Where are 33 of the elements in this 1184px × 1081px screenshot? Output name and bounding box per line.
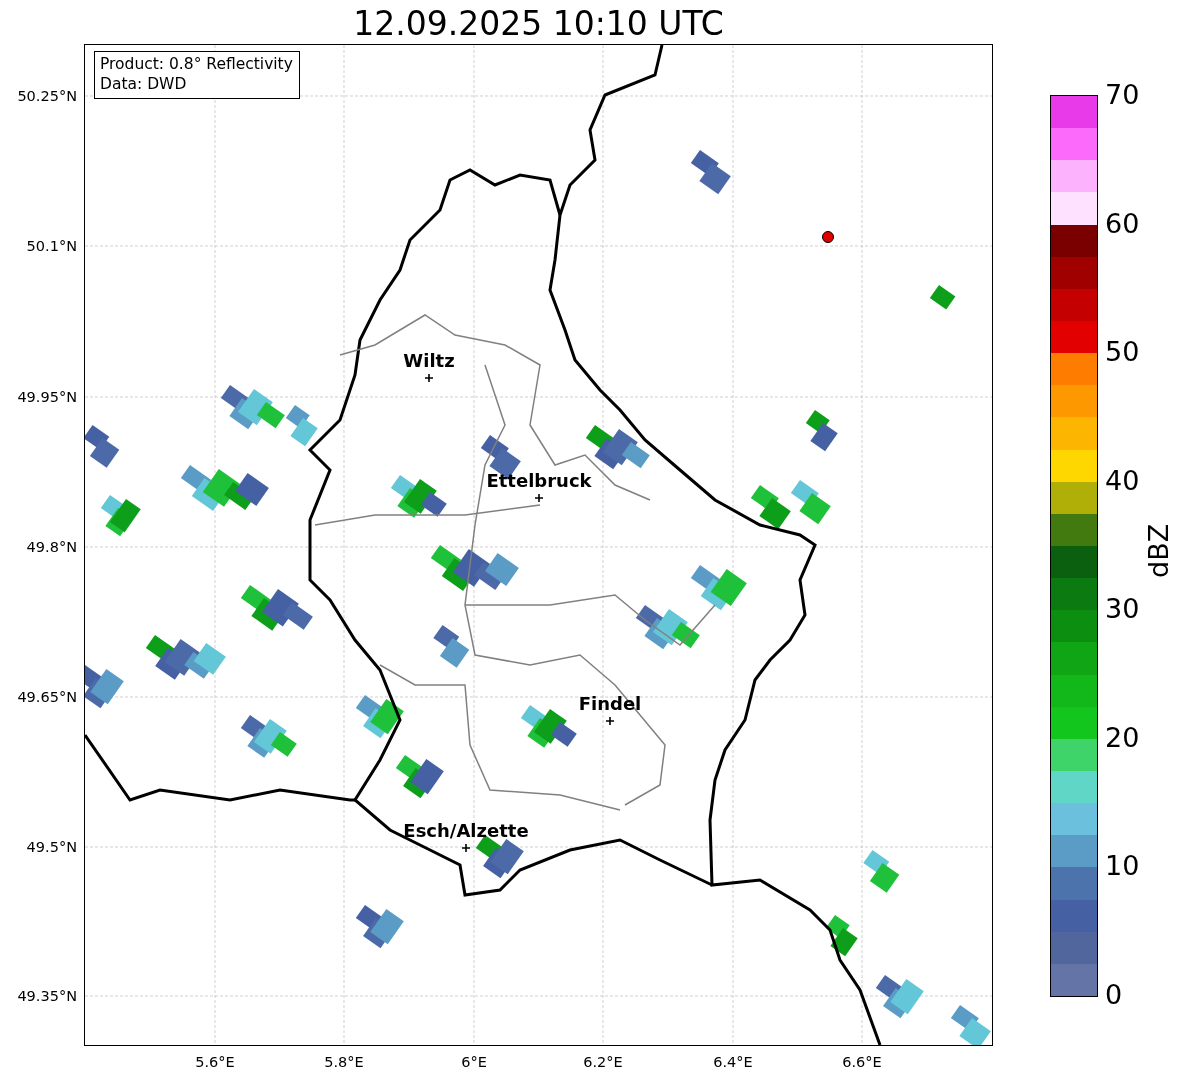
longitude-label: 6°E [460,1053,488,1072]
latitude-label: 50.25°N [17,87,77,106]
longitude-label: 5.8°E [323,1053,365,1072]
longitude-label: 6.6°E [841,1053,883,1072]
info-text: Product: 0.8° Reflectivity [100,54,293,74]
colorbar-tick-label: 50 [1105,335,1140,370]
latitude-label: 49.5°N [26,838,77,857]
latitude-label: 49.35°N [17,987,77,1006]
colorbar-tick-label: 60 [1105,206,1140,241]
latitude-label: 50.1°N [26,237,77,256]
colorbar-tick-label: 20 [1105,720,1140,755]
longitude-label: 6.4°E [712,1053,754,1072]
city-label: Esch/Alzette [403,820,529,842]
city-marker-icon [606,717,614,725]
longitude-label: 5.6°E [194,1053,236,1072]
colorbar-title: dBZ [1142,522,1175,578]
colorbar-tick-label: 10 [1105,849,1140,884]
latitude-label: 49.95°N [17,388,77,407]
info-text: Data: DWD [100,74,188,94]
longitude-label: 6.2°E [582,1053,624,1072]
colorbar-tick-label: 40 [1105,463,1140,498]
colorbar-tick-label: 70 [1105,78,1140,112]
city-marker-icon [425,374,433,382]
city-label: Wiltz [403,350,455,372]
latitude-label: 49.8°N [26,538,77,557]
map-title: 12.09.2025 10:10 UTC [352,4,725,44]
city-label: Findel [578,693,642,715]
city-label: Ettelbruck [486,470,592,492]
latitude-label: 49.65°N [17,688,77,707]
city-marker-icon [462,844,470,852]
colorbar-tick-label: 30 [1105,592,1140,627]
city-marker-icon [535,494,543,502]
colorbar-tick-label: 0 [1105,978,1123,1012]
